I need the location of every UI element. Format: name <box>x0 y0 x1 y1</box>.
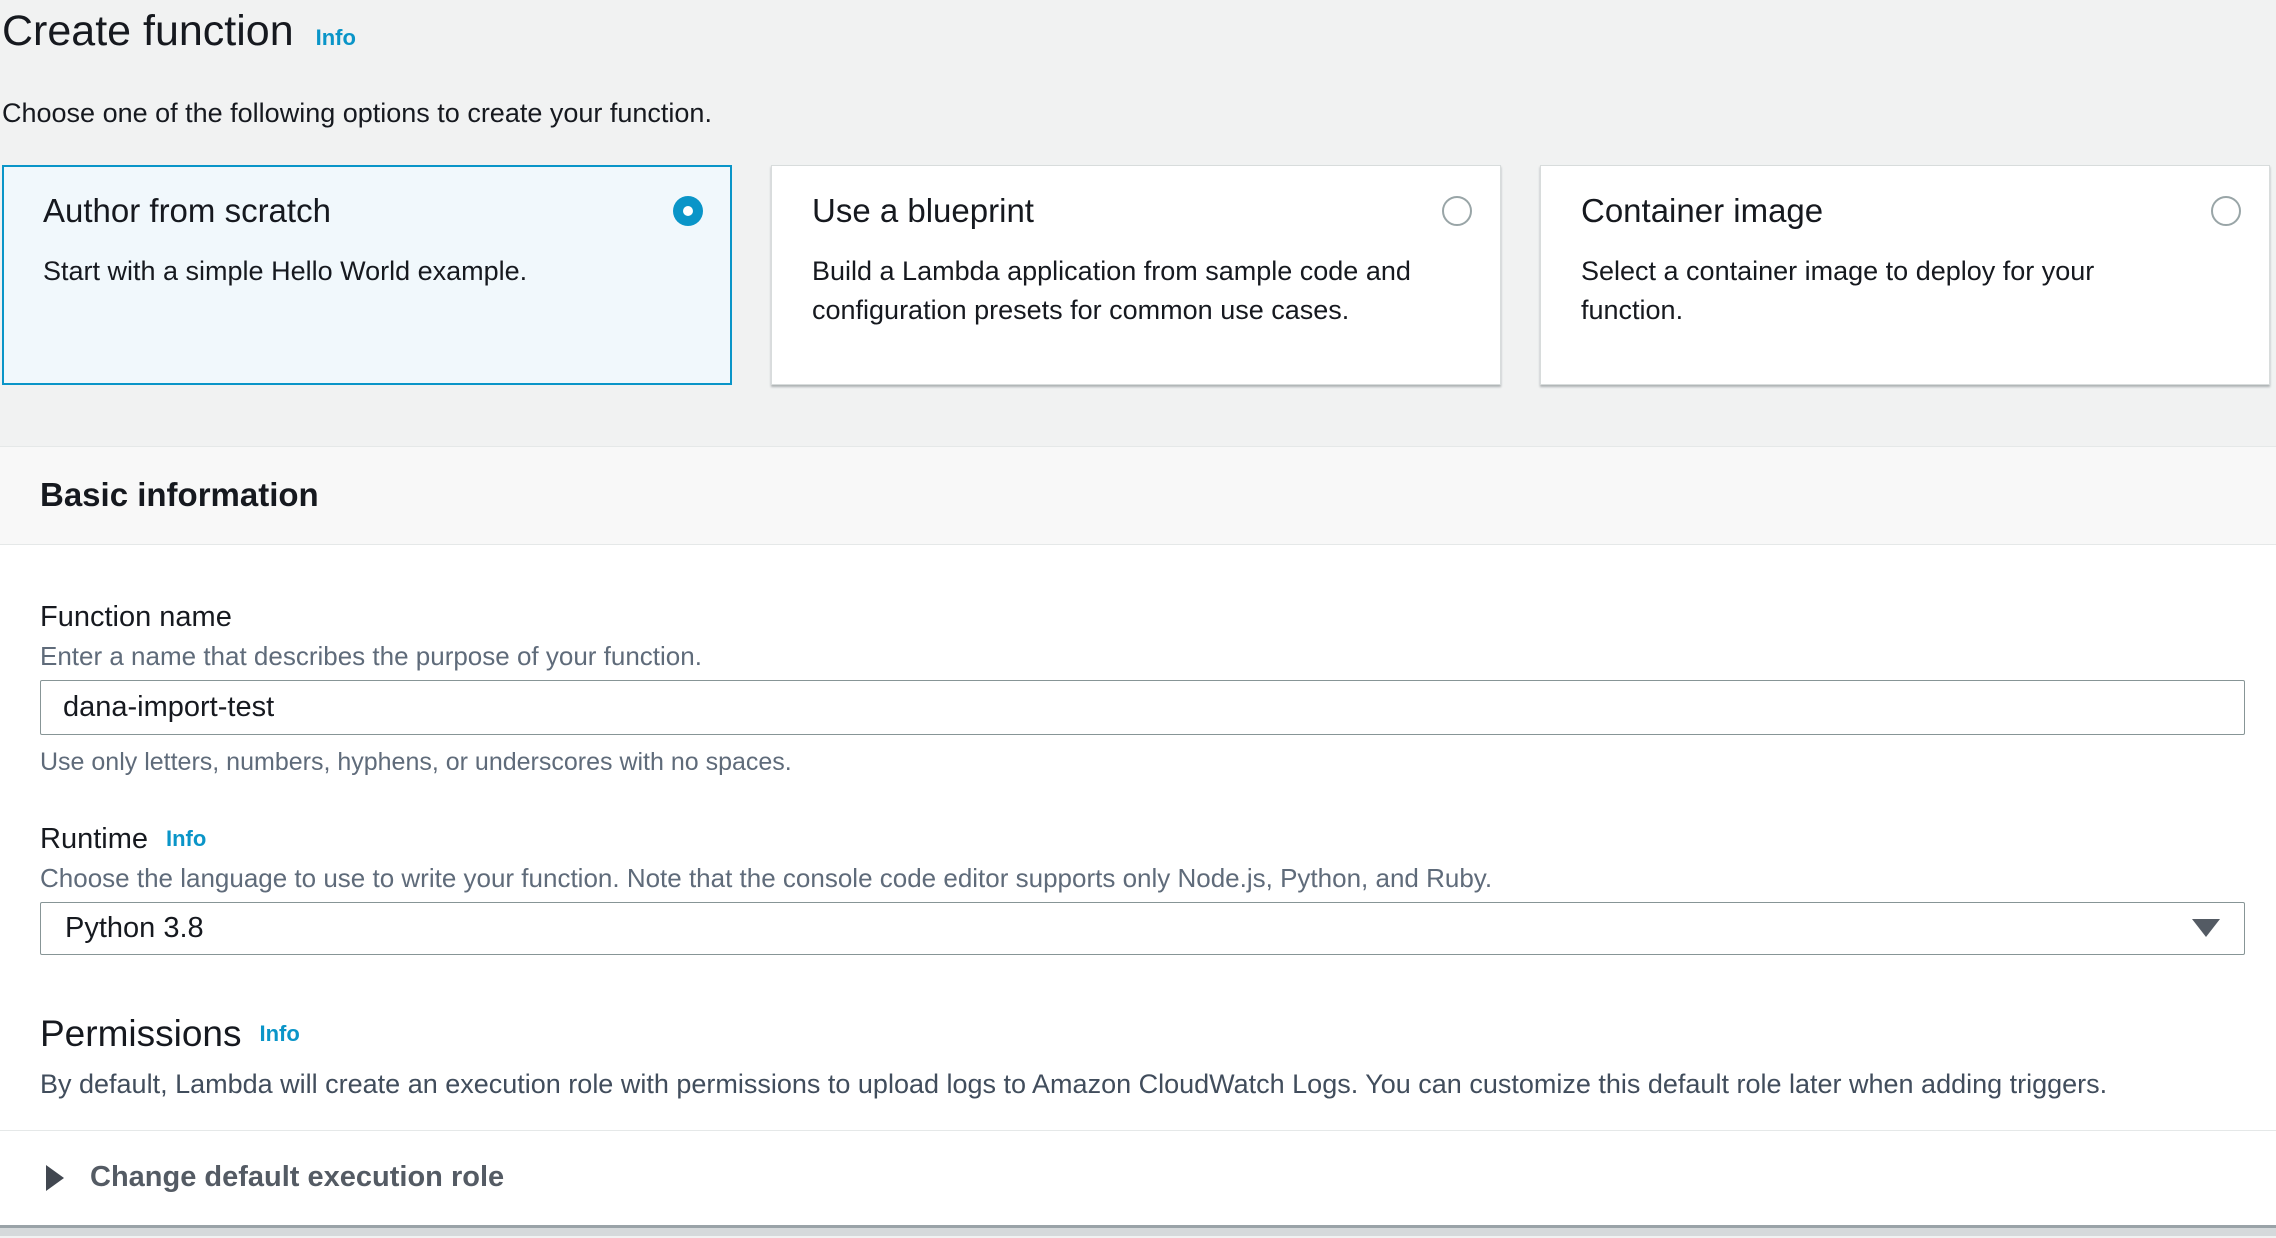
runtime-field-group: Runtime Info Choose the language to use … <box>40 823 2245 955</box>
function-name-label: Function name <box>40 601 2245 634</box>
runtime-description: Choose the language to use to write your… <box>40 863 2245 894</box>
card-use-a-blueprint[interactable]: Use a blueprint Build a Lambda applicati… <box>771 165 1501 385</box>
card-author-from-scratch[interactable]: Author from scratch Start with a simple … <box>2 165 732 385</box>
function-name-description: Enter a name that describes the purpose … <box>40 641 2245 672</box>
card-title: Author from scratch <box>43 192 331 230</box>
form-panel-body: Function name Enter a name that describe… <box>0 545 2276 1100</box>
permissions-description: By default, Lambda will create an execut… <box>40 1069 2245 1100</box>
radio-unselected-icon[interactable] <box>2211 196 2241 226</box>
card-head: Use a blueprint <box>812 192 1472 230</box>
runtime-select[interactable]: Python 3.8 <box>40 902 2245 955</box>
radio-selected-icon[interactable] <box>673 196 703 226</box>
card-description: Build a Lambda application from sample c… <box>812 252 1472 330</box>
runtime-selected-value: Python 3.8 <box>65 912 204 945</box>
card-title: Use a blueprint <box>812 192 1034 230</box>
function-name-input[interactable] <box>40 680 2245 735</box>
title-info-link[interactable]: Info <box>316 25 356 51</box>
permissions-heading: Permissions <box>40 1013 242 1055</box>
radio-unselected-icon[interactable] <box>1442 196 1472 226</box>
card-head: Container image <box>1581 192 2241 230</box>
change-default-execution-role-expander[interactable]: Change default execution role <box>0 1131 2276 1225</box>
function-name-field-group: Function name Enter a name that describe… <box>40 601 2245 777</box>
caret-right-icon <box>46 1165 64 1191</box>
function-name-constraint: Use only letters, numbers, hyphens, or u… <box>40 748 2245 777</box>
permissions-info-link[interactable]: Info <box>260 1021 300 1047</box>
permissions-section: Permissions Info By default, Lambda will… <box>40 1013 2245 1100</box>
creation-option-cards: Author from scratch Start with a simple … <box>2 165 2270 385</box>
card-description: Select a container image to deploy for y… <box>1581 252 2241 330</box>
basic-information-heading: Basic information <box>40 476 319 514</box>
title-row: Create function Info <box>2 6 2276 58</box>
form-panel: Function name Enter a name that describe… <box>0 545 2276 1225</box>
card-title: Container image <box>1581 192 1823 230</box>
runtime-label-row: Runtime Info <box>40 823 2245 856</box>
runtime-label: Runtime <box>40 823 148 856</box>
basic-information-header: Basic information <box>0 446 2276 545</box>
page-title: Create function <box>2 6 294 58</box>
permissions-heading-row: Permissions Info <box>40 1013 2245 1055</box>
card-head: Author from scratch <box>43 192 703 230</box>
bottom-divider <box>0 1225 2276 1236</box>
card-container-image[interactable]: Container image Select a container image… <box>1540 165 2270 385</box>
runtime-info-link[interactable]: Info <box>166 826 206 852</box>
page-subtitle: Choose one of the following options to c… <box>2 98 2276 129</box>
page-header: Create function Info Choose one of the f… <box>0 0 2276 129</box>
expander-label: Change default execution role <box>90 1161 504 1194</box>
caret-down-icon <box>2192 919 2220 937</box>
card-description: Start with a simple Hello World example. <box>43 252 703 291</box>
